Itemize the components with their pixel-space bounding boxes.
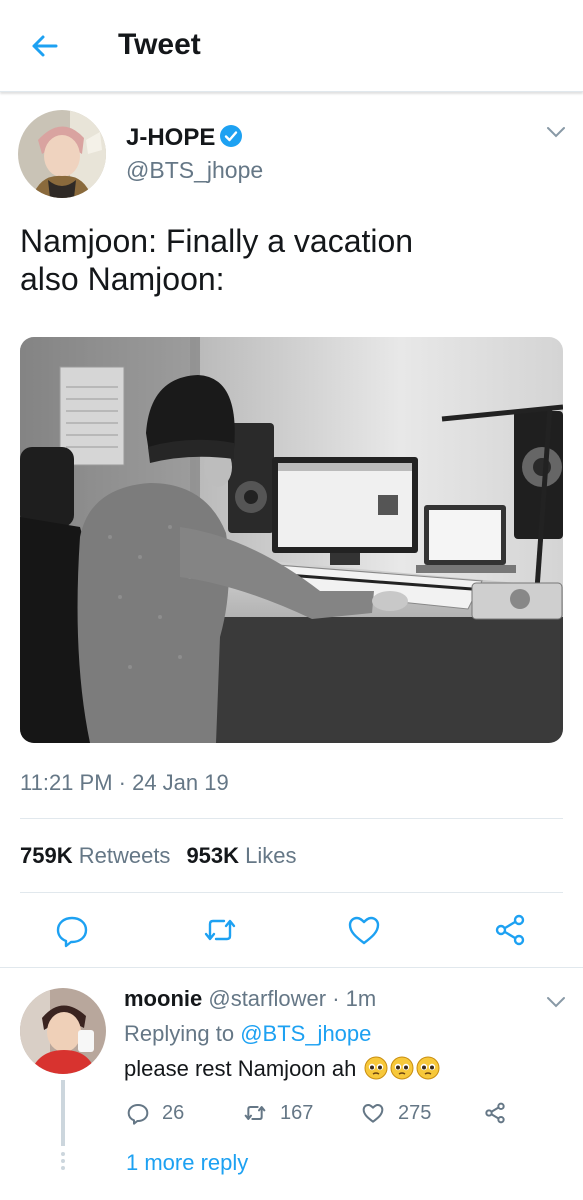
reply-like-button[interactable]: 275	[360, 1099, 431, 1127]
replying-to-mention[interactable]: @BTS_jhope	[240, 1021, 371, 1046]
reply-share-button[interactable]	[482, 1099, 520, 1127]
retweet-icon	[244, 1106, 266, 1120]
author-avatar[interactable]	[18, 110, 106, 198]
reply-time: 1m	[345, 986, 377, 1011]
back-button[interactable]	[26, 28, 66, 64]
reply-author-name[interactable]: moonie	[124, 986, 202, 1011]
like-icon	[348, 916, 380, 945]
likes-stat[interactable]: 953K Likes	[186, 843, 296, 868]
divider	[0, 967, 583, 968]
reply-author-avatar[interactable]	[20, 988, 106, 1074]
pleading-face-emoji-icon	[390, 1056, 414, 1080]
arrow-left-icon	[32, 35, 58, 57]
reply-icon	[127, 1104, 149, 1125]
pleading-face-emoji-icon	[416, 1056, 440, 1080]
thread-line	[61, 1080, 65, 1146]
separator: ·	[332, 986, 340, 1011]
replying-to: Replying to @BTS_jhope	[124, 1021, 371, 1047]
share-icon	[495, 914, 525, 946]
chevron-down-icon[interactable]	[544, 992, 568, 1012]
top-app-bar: Tweet	[0, 0, 583, 92]
divider	[20, 892, 563, 893]
like-count: 275	[398, 1101, 432, 1124]
like-button[interactable]	[346, 912, 382, 948]
share-button[interactable]	[492, 912, 528, 948]
author-handle[interactable]: @BTS_jhope	[126, 157, 263, 184]
likes-label: Likes	[245, 843, 297, 868]
retweet-icon	[204, 919, 236, 941]
reply-count: 26	[162, 1101, 185, 1124]
replying-to-label: Replying to	[124, 1021, 235, 1046]
reply-button[interactable]	[54, 912, 90, 948]
reply-header: moonie @starflower · 1m	[124, 986, 376, 1012]
retweets-stat[interactable]: 759K Retweets	[20, 843, 170, 868]
thread-dots	[59, 1152, 67, 1172]
author-name[interactable]: J-HOPE	[126, 124, 215, 152]
retweets-count: 759K	[20, 843, 73, 868]
reply-reply-button[interactable]: 26	[126, 1099, 184, 1127]
reply-text: please rest Namjoon ah	[124, 1056, 440, 1082]
chevron-down-icon[interactable]	[544, 122, 568, 142]
page-title: Tweet	[118, 28, 201, 61]
more-replies-link[interactable]: 1 more reply	[126, 1150, 248, 1176]
likes-count: 953K	[186, 843, 240, 868]
tweet-text: Namjoon: Finally a vacation also Namjoon…	[20, 223, 414, 297]
reply-body: please rest Namjoon ah	[124, 1056, 357, 1081]
pleading-face-emoji-icon	[364, 1056, 388, 1080]
share-icon	[485, 1102, 505, 1124]
retweets-label: Retweets	[78, 843, 171, 868]
reply-icon	[56, 916, 88, 948]
divider	[20, 818, 563, 819]
like-icon	[362, 1104, 384, 1123]
retweet-count: 167	[280, 1101, 314, 1124]
reply-retweet-button[interactable]: 167	[242, 1099, 313, 1127]
reply-author-handle[interactable]: @starflower	[208, 986, 326, 1011]
tweet-photo[interactable]	[20, 337, 563, 743]
verified-badge-icon	[220, 125, 242, 147]
tweet-stats: 759K Retweets 953K Likes	[20, 843, 297, 869]
retweet-button[interactable]	[202, 912, 238, 948]
tweet-timestamp: 11:21 PM · 24 Jan 19	[20, 770, 229, 795]
